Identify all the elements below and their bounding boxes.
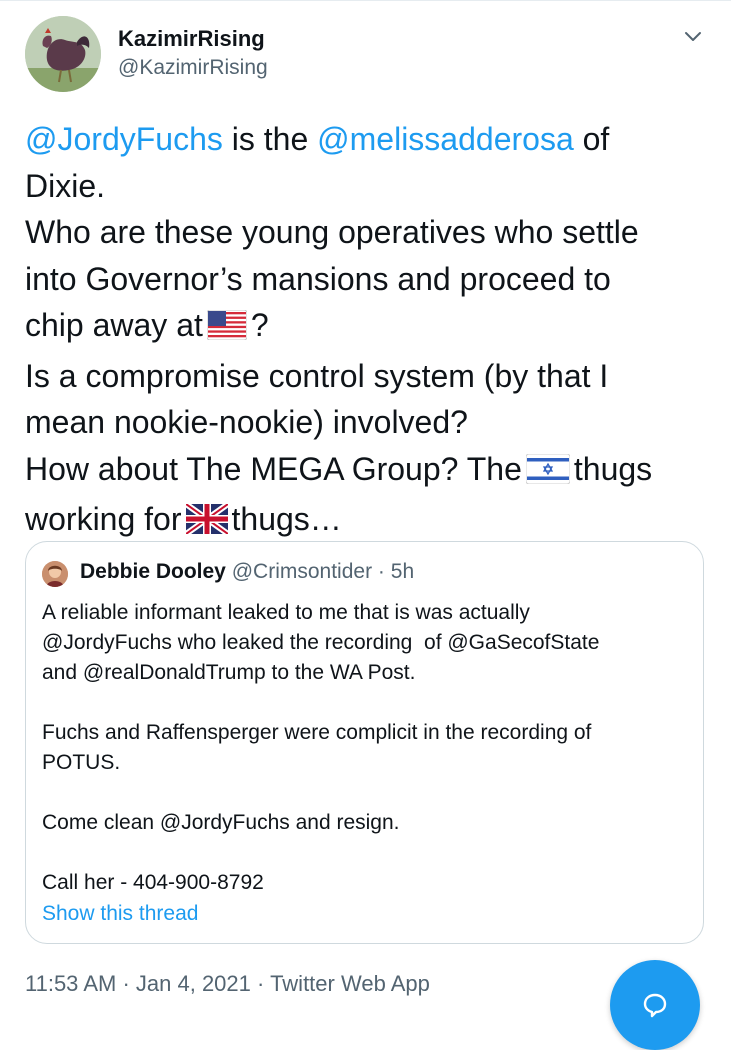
tweet-timestamp: 11:53 AM · Jan 4, 2021 · Twitter Web App — [25, 971, 430, 997]
tweet-line: Is a compromise control system (by that … — [25, 357, 609, 394]
quoted-line: Fuchs and Raffensperger were complicit i… — [42, 721, 592, 744]
tweet-text: @JordyFuchs is the @melissadderosa of Di… — [25, 116, 715, 547]
quoted-tweet-header: Debbie Dooley @Crimsontider · 5h — [80, 560, 414, 584]
tweet-source[interactable]: Twitter Web App — [270, 971, 430, 996]
us-flag-icon — [206, 306, 248, 353]
meta-separator: · — [257, 971, 265, 996]
meta-separator: · — [122, 971, 130, 996]
tweet-text-segment: thugs — [573, 450, 653, 487]
quoted-author-avatar[interactable] — [42, 561, 68, 587]
author-handle[interactable]: @KazimirRising — [118, 56, 268, 80]
quoted-tweet-card[interactable]: Debbie Dooley @Crimsontider · 5h A relia… — [25, 541, 704, 944]
tweet-line: @JordyFuchs is the @melissadderosa of — [25, 116, 715, 163]
tweet-text-segment: is the — [222, 121, 318, 157]
author-avatar[interactable] — [25, 16, 101, 92]
tweet-line: working for thugs… — [25, 496, 715, 547]
tweet-text-segment: How about The MEGA Group? The — [25, 450, 522, 487]
tweet-line: into Governor’s mansions and proceed to — [25, 260, 611, 297]
tweet-text-segment: chip away at — [25, 307, 203, 343]
tweet-line: Who are these young operatives who settl… — [25, 214, 639, 250]
quoted-line: A reliable informant leaked to me that i… — [42, 601, 530, 624]
chevron-down-icon[interactable] — [681, 24, 705, 48]
quoted-line — [42, 688, 692, 718]
quoted-line — [42, 838, 692, 868]
tweet-line: Dixie. — [25, 167, 106, 204]
quoted-line: Call her - 404-900-8792 — [42, 871, 264, 894]
show-thread-link[interactable]: Show this thread — [42, 902, 198, 926]
quoted-tweet-text: A reliable informant leaked to me that i… — [42, 598, 692, 898]
tweet-text-segment: of — [573, 121, 610, 157]
rooster-avatar-image — [25, 16, 101, 92]
tweet-line: chip away at ? — [25, 302, 715, 353]
mention-link[interactable]: @JordyFuchs — [25, 121, 223, 157]
quoted-line — [42, 778, 692, 808]
tweet-date[interactable]: Jan 4, 2021 — [136, 971, 251, 996]
reply-icon — [643, 993, 667, 1018]
quoted-line: POTUS. — [42, 751, 121, 774]
tweet-line: mean nookie-nookie) involved? — [25, 404, 468, 440]
reply-button[interactable] — [610, 960, 700, 1050]
quoted-line: and @realDonaldTrump to the WA Post. — [42, 661, 416, 684]
tweet-line: How about The MEGA Group? The thugs — [25, 446, 715, 497]
quoted-author-name[interactable]: Debbie Dooley — [80, 560, 226, 583]
quoted-tweet-time[interactable]: 5h — [391, 560, 414, 583]
uk-flag-icon — [183, 500, 230, 547]
quoted-meta-separator: · — [377, 560, 385, 583]
tweet-text-segment: thugs… — [231, 501, 342, 537]
top-divider — [0, 0, 731, 1]
israel-flag-icon — [525, 450, 571, 497]
quoted-line: @JordyFuchs who leaked the recording of … — [42, 631, 600, 654]
tweet-time[interactable]: 11:53 AM — [25, 971, 116, 996]
person-avatar-image — [42, 561, 68, 587]
quoted-author-handle[interactable]: @Crimsontider — [232, 560, 372, 583]
tweet-text-segment: ? — [250, 307, 269, 343]
quoted-line: Come clean @JordyFuchs and resign. — [42, 811, 400, 834]
mention-link[interactable]: @melissadderosa — [317, 121, 574, 157]
author-name[interactable]: KazimirRising — [118, 26, 265, 52]
tweet-text-segment: working for — [25, 501, 182, 537]
